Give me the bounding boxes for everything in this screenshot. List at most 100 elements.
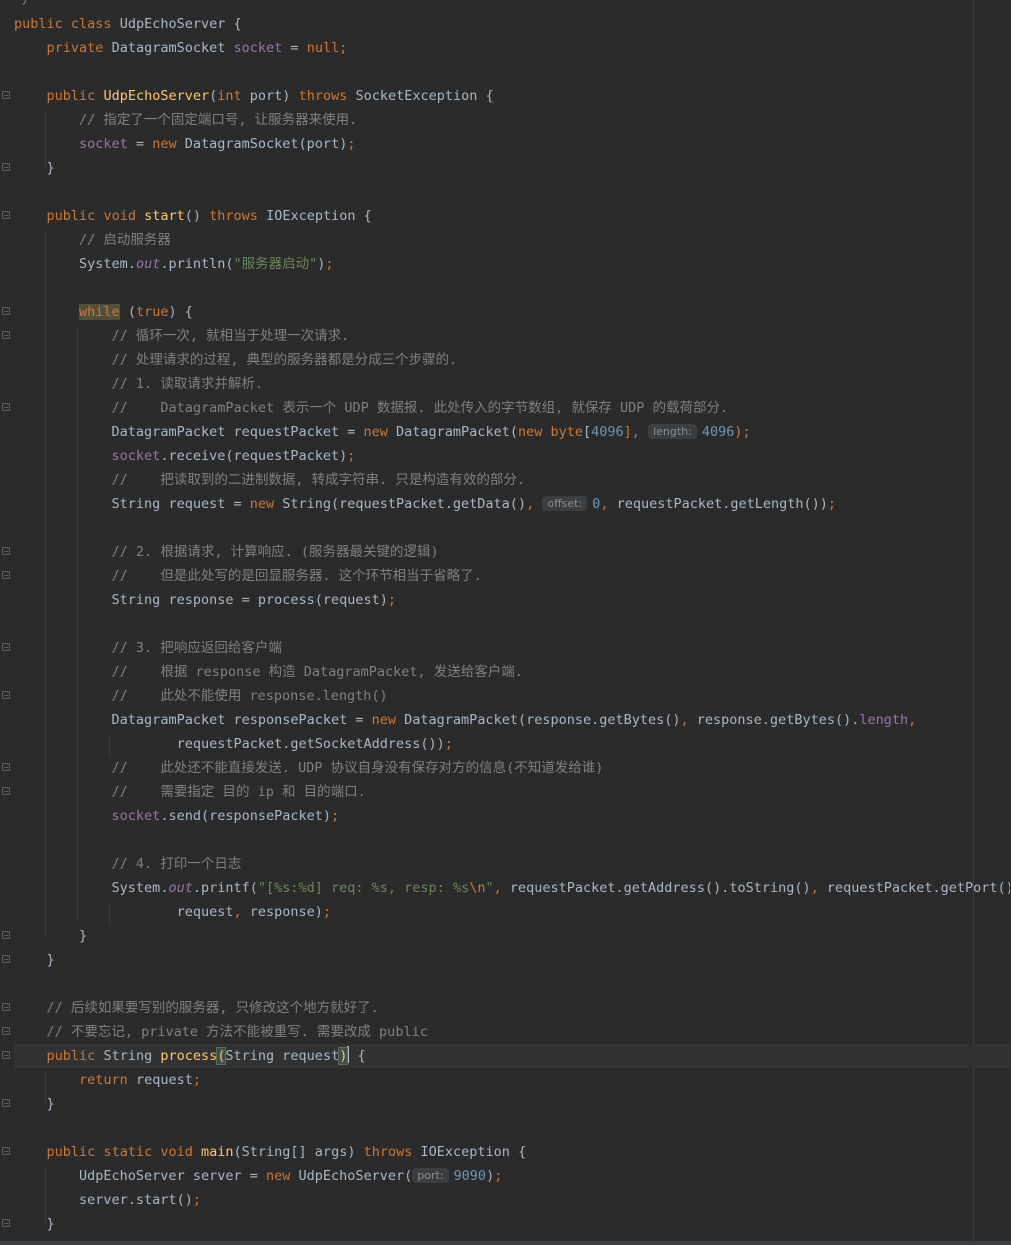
- operator: =: [290, 40, 299, 56]
- expression: response.getBytes().: [688, 712, 860, 728]
- code-line[interactable]: socket = new DatagramSocket(port);: [14, 132, 1010, 156]
- code-line[interactable]: UdpEchoServer server = new UdpEchoServer…: [14, 1164, 1010, 1188]
- code-line[interactable]: */: [14, 0, 1010, 12]
- bracket: [: [583, 424, 592, 440]
- expression: String(requestPacket.getData(): [274, 496, 527, 512]
- code-line[interactable]: // 但是此处写的是回显服务器. 这个环节相当于省略了.: [14, 564, 1010, 588]
- code-line[interactable]: }: [14, 156, 1010, 180]
- type-name: String: [103, 1048, 153, 1064]
- code-line[interactable]: // 不要忘记, private 方法不能被重写. 需要改成 public: [14, 1020, 1010, 1044]
- code-line[interactable]: // 循环一次, 就相当于处理一次请求.: [14, 324, 1010, 348]
- code-line[interactable]: return request;: [14, 1068, 1010, 1092]
- expression: DatagramPacket(response.getBytes(): [396, 712, 681, 728]
- fold-marker[interactable]: [2, 691, 10, 699]
- code-line[interactable]: System.out.println("服务器启动");: [14, 252, 1010, 276]
- code-line[interactable]: // 3. 把响应返回给客户端: [14, 636, 1010, 660]
- code-line[interactable]: // 1. 读取请求并解析.: [14, 372, 1010, 396]
- fold-marker[interactable]: [2, 1219, 10, 1227]
- fold-marker[interactable]: [2, 763, 10, 771]
- code-line[interactable]: // 根据 response 构造 DatagramPacket, 发送给客户端…: [14, 660, 1010, 684]
- brace: {: [518, 1144, 527, 1160]
- paren: );: [734, 424, 751, 440]
- keyword: private: [46, 40, 104, 56]
- code-line[interactable]: DatagramPacket responsePacket = new Data…: [14, 708, 1010, 732]
- fold-marker[interactable]: [2, 1099, 10, 1107]
- code-line[interactable]: // 此处还不能直接发送. UDP 协议自身没有保存对方的信息(不知道发给谁): [14, 756, 1010, 780]
- fold-marker[interactable]: [2, 1027, 10, 1035]
- keyword: public: [14, 16, 63, 32]
- fold-marker[interactable]: [2, 571, 10, 579]
- code-line[interactable]: // 处理请求的过程, 典型的服务器都是分成三个步骤的.: [14, 348, 1010, 372]
- paren: ): [486, 1168, 495, 1184]
- code-editor[interactable]: */ public class UdpEchoServer { private …: [0, 0, 1011, 1245]
- brace: {: [485, 88, 494, 104]
- method-name: UdpEchoServer: [103, 88, 210, 104]
- fold-marker[interactable]: [2, 787, 10, 795]
- code-line-current[interactable]: public String process(String request) {: [14, 1044, 1010, 1068]
- code-line[interactable]: // 启动服务器: [14, 228, 1010, 252]
- code-line[interactable]: requestPacket.getSocketAddress());: [14, 732, 1010, 756]
- number-literal: 4096: [591, 424, 624, 440]
- code-line[interactable]: public void start() throws IOException {: [14, 204, 1010, 228]
- fold-marker[interactable]: [2, 547, 10, 555]
- code-line[interactable]: private DatagramSocket socket = null;: [14, 36, 1010, 60]
- fold-marker[interactable]: [2, 307, 10, 315]
- code-line[interactable]: }: [14, 1092, 1010, 1116]
- method-name: start: [144, 208, 185, 224]
- code-line[interactable]: server.start();: [14, 1188, 1010, 1212]
- fold-marker[interactable]: [2, 163, 10, 171]
- code-line[interactable]: String response = process(request);: [14, 588, 1010, 612]
- code-line[interactable]: // 需要指定 目的 ip 和 目的端口.: [14, 780, 1010, 804]
- code-line[interactable]: public class UdpEchoServer {: [14, 12, 1010, 36]
- expression: String request =: [111, 496, 250, 512]
- comment: // 启动服务器: [79, 232, 171, 248]
- paren: (: [127, 304, 136, 320]
- code-line[interactable]: socket.receive(requestPacket);: [14, 444, 1010, 468]
- expression: DatagramPacket responsePacket =: [111, 712, 372, 728]
- code-line[interactable]: // 4. 打印一个日志: [14, 852, 1010, 876]
- param-list: String request: [225, 1048, 340, 1064]
- fold-marker[interactable]: [2, 955, 10, 963]
- semicolon: ;: [192, 1072, 201, 1088]
- code-line[interactable]: }: [14, 924, 1010, 948]
- code-line[interactable]: // 此处不能使用 response.length(): [14, 684, 1010, 708]
- comment: // 处理请求的过程, 典型的服务器都是分成三个步骤的.: [111, 352, 458, 368]
- expression: DatagramPacket(: [387, 424, 518, 440]
- fold-marker[interactable]: [2, 331, 10, 339]
- code-line[interactable]: public static void main(String[] args) t…: [14, 1140, 1010, 1164]
- fold-marker[interactable]: [2, 211, 10, 219]
- code-line[interactable]: socket.send(responsePacket);: [14, 804, 1010, 828]
- fold-marker[interactable]: [2, 403, 10, 411]
- code-line[interactable]: // 2. 根据请求, 计算响应. (服务器最关键的逻辑): [14, 540, 1010, 564]
- fold-marker[interactable]: [2, 91, 10, 99]
- brace: ) {: [168, 304, 193, 320]
- horizontal-scrollbar[interactable]: [0, 1241, 1011, 1245]
- type-name: SocketException: [355, 88, 478, 104]
- fold-marker[interactable]: [2, 931, 10, 939]
- code-line[interactable]: String request = new String(requestPacke…: [14, 492, 1010, 516]
- code-line[interactable]: System.out.printf("[%s:%d] req: %s, resp…: [14, 876, 1010, 900]
- fold-marker[interactable]: [2, 1003, 10, 1011]
- code-line[interactable]: public UdpEchoServer(int port) throws So…: [14, 84, 1010, 108]
- code-line[interactable]: }: [14, 1212, 1010, 1236]
- fold-marker[interactable]: [2, 1147, 10, 1155]
- semicolon: ;: [347, 136, 356, 152]
- keyword: true: [135, 304, 169, 320]
- code-line[interactable]: while (true) {: [14, 300, 1010, 324]
- comment: // 4. 打印一个日志: [111, 856, 242, 872]
- keyword: int: [217, 88, 242, 104]
- static-field: out: [135, 256, 161, 272]
- code-line[interactable]: }: [14, 948, 1010, 972]
- code-line[interactable]: DatagramPacket requestPacket = new Datag…: [14, 420, 1010, 444]
- code-line[interactable]: request, response);: [14, 900, 1010, 924]
- type-name: IOException: [266, 208, 356, 224]
- code-line[interactable]: // 指定了一个固定端口号, 让服务器来使用.: [14, 108, 1010, 132]
- brace: }: [46, 1096, 55, 1112]
- code-line[interactable]: // 后续如果要写别的服务器, 只修改这个地方就好了.: [14, 996, 1010, 1020]
- comment: // 后续如果要写别的服务器, 只修改这个地方就好了.: [46, 1000, 379, 1016]
- fold-marker[interactable]: [2, 1051, 10, 1059]
- fold-marker[interactable]: [2, 643, 10, 651]
- comment: */: [14, 0, 31, 8]
- code-line[interactable]: // 把读取到的二进制数据, 转成字符串. 只是构造有效的部分.: [14, 468, 1010, 492]
- code-line[interactable]: // DatagramPacket 表示一个 UDP 数据报. 此处传入的字节数…: [14, 396, 1010, 420]
